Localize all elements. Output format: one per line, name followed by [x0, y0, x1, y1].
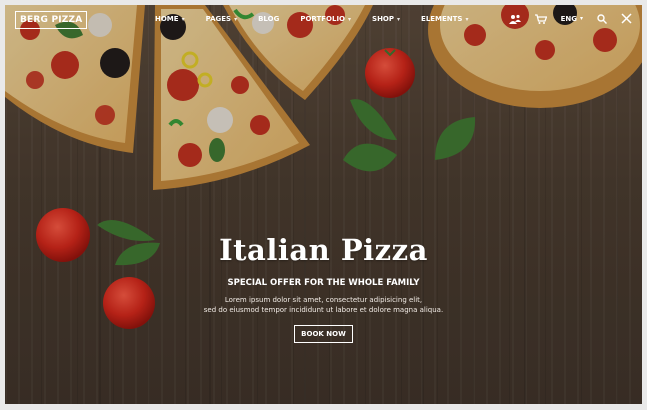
book-now-button[interactable]: BOOK NOW [294, 325, 353, 343]
close-icon[interactable] [621, 13, 632, 24]
nav-item-shop[interactable]: SHOP ▾ [372, 15, 400, 23]
header-actions: ENG ▾ [495, 13, 632, 24]
nav-item-portfolio[interactable]: PORTFOLIO ▾ [300, 15, 351, 23]
hero-content: Italian Pizza SPECIAL OFFER FOR THE WHOL… [5, 233, 642, 343]
chevron-down-icon: ▾ [348, 15, 352, 23]
nav-item-elements[interactable]: ELEMENTS ▾ [421, 15, 468, 23]
chevron-down-icon: ▾ [234, 15, 238, 23]
hero-slide: BERG PIZZA HOME ▾ PAGES ▾ BLOG PORTFOLIO… [5, 5, 642, 404]
search-icon[interactable] [597, 13, 607, 24]
nav-item-label: PAGES [205, 15, 232, 23]
people-icon[interactable] [508, 14, 521, 24]
hero-subtitle: SPECIAL OFFER FOR THE WHOLE FAMILY [227, 278, 420, 288]
hero-description: Lorem ipsum dolor sit amet, consectetur … [5, 295, 642, 315]
hero-description-line: Lorem ipsum dolor sit amet, consectetur … [224, 296, 423, 304]
nav-item-label: ELEMENTS [421, 15, 463, 23]
nav-item-label: PORTFOLIO [300, 15, 346, 23]
pizza-background-image [5, 5, 642, 404]
language-selector[interactable]: ENG ▾ [561, 15, 583, 23]
chevron-down-icon: ▾ [397, 15, 401, 23]
hero-description-line: sed do eiusmod tempor incididunt ut labo… [203, 306, 444, 314]
cart-icon[interactable] [534, 13, 547, 24]
nav-item-pages[interactable]: PAGES ▾ [206, 15, 238, 23]
language-label: ENG [560, 14, 577, 23]
nav-item-label: HOME [155, 15, 179, 23]
chevron-down-icon: ▾ [579, 15, 583, 22]
main-menu: HOME ▾ PAGES ▾ BLOG PORTFOLIO ▾ SHOP ▾ E… [155, 15, 490, 23]
nav-item-label: SHOP [372, 15, 395, 23]
site-logo[interactable]: BERG PIZZA [15, 11, 88, 29]
hero-title: Italian Pizza [219, 233, 428, 267]
top-navigation: BERG PIZZA HOME ▾ PAGES ▾ BLOG PORTFOLIO… [5, 5, 642, 39]
nav-item-blog[interactable]: BLOG [258, 15, 279, 23]
nav-item-home[interactable]: HOME ▾ [155, 15, 185, 23]
chevron-down-icon: ▾ [465, 15, 469, 23]
chevron-down-icon: ▾ [181, 15, 185, 23]
nav-item-label: BLOG [258, 15, 280, 23]
